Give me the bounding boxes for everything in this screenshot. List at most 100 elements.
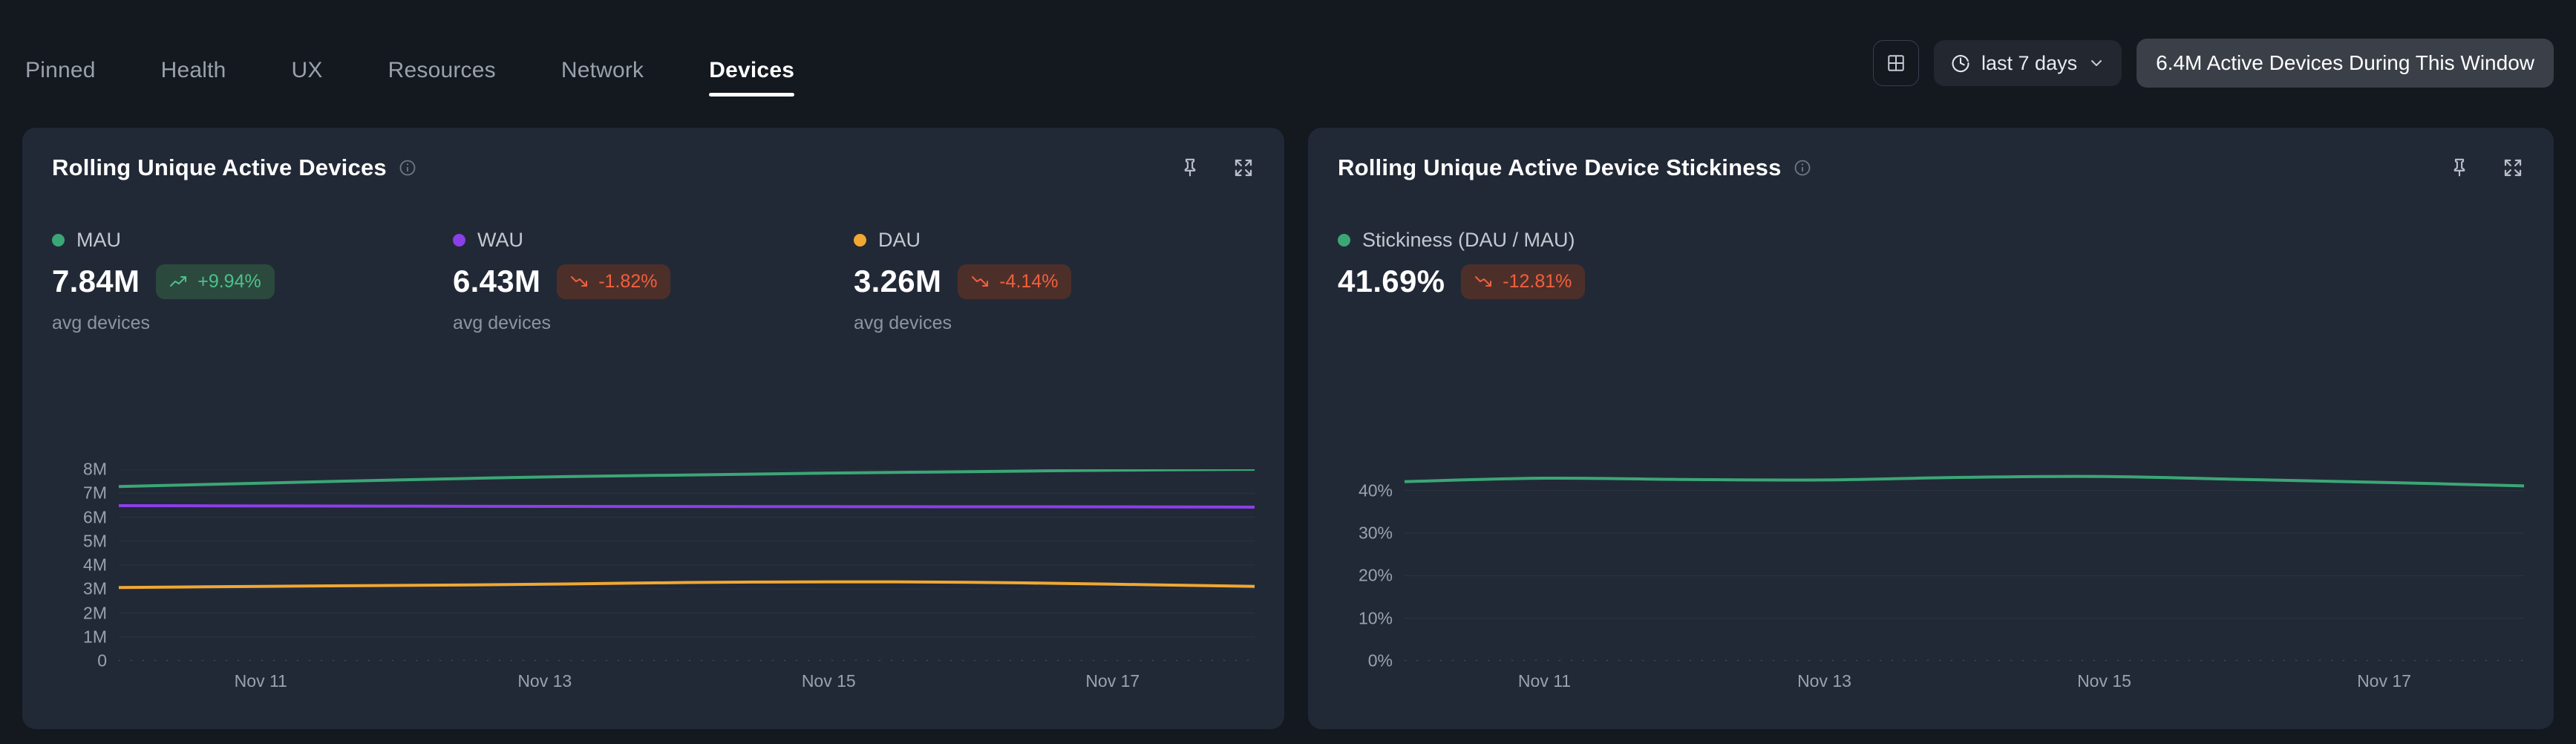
line-chart-svg: [1405, 469, 2524, 661]
metric-value: 41.69%: [1338, 264, 1445, 299]
metric-label: MAU: [52, 229, 453, 252]
trend-down-icon: [570, 274, 589, 289]
y-tick-label: 4M: [83, 555, 107, 575]
top-bar: Pinned Health UX Resources Network Devic…: [0, 0, 2576, 128]
metric-row: MAU 7.84M +9.94% avg devices: [52, 229, 1255, 334]
series-line: [119, 582, 1255, 588]
series-line: [1405, 477, 2524, 486]
series-color-dot: [854, 234, 866, 247]
series-line: [119, 506, 1255, 507]
metric-label: DAU: [854, 229, 1255, 252]
metric-value: 3.26M: [854, 264, 941, 299]
metric-value-row: 7.84M +9.94%: [52, 264, 453, 299]
metric-delta-badge: +9.94%: [156, 264, 275, 299]
metric-delta: +9.94%: [197, 271, 261, 293]
metric-name: Stickiness (DAU / MAU): [1362, 229, 1575, 252]
card-actions: [2448, 157, 2524, 179]
metric-value-row: 41.69% -12.81%: [1338, 264, 1585, 299]
y-tick-label: 20%: [1359, 566, 1393, 586]
y-tick-label: 6M: [83, 507, 107, 527]
toolbar: last 7 days 6.4M Active Devices During T…: [1873, 39, 2554, 88]
x-tick-label: Nov 17: [1085, 671, 1140, 691]
tab-label: UX: [292, 58, 323, 82]
y-tick-label: 2M: [83, 603, 107, 623]
trend-down-icon: [1474, 274, 1494, 289]
metric-value: 6.43M: [453, 264, 540, 299]
x-tick-label: Nov 17: [2357, 671, 2411, 691]
x-tick-label: Nov 15: [802, 671, 856, 691]
tab-label: Network: [561, 58, 644, 82]
metric-value-row: 6.43M -1.82%: [453, 264, 854, 299]
expand-icon[interactable]: [1232, 157, 1255, 179]
tab-health[interactable]: Health: [161, 58, 226, 104]
tab-bar: Pinned Health UX Resources Network Devic…: [0, 0, 794, 104]
card-rolling-unique-active-device-stickiness: Rolling Unique Active Device Stickiness: [1308, 128, 2554, 729]
tab-ux[interactable]: UX: [292, 58, 323, 104]
card-header: Rolling Unique Active Device Stickiness: [1338, 154, 2524, 181]
metric-delta-badge: -12.81%: [1461, 264, 1585, 299]
y-tick-label: 3M: [83, 579, 107, 599]
x-tick-label: Nov 11: [1518, 671, 1571, 691]
metric-stickiness: Stickiness (DAU / MAU) 41.69% -12.81%: [1338, 229, 1585, 299]
series-color-dot: [453, 234, 465, 247]
metric-dau: DAU 3.26M -4.14% avg devices: [854, 229, 1255, 334]
metric-wau: WAU 6.43M -1.82% avg devices: [453, 229, 854, 334]
metric-sublabel: avg devices: [854, 313, 1255, 334]
metric-value-row: 3.26M -4.14%: [854, 264, 1255, 299]
tab-label: Health: [161, 58, 226, 82]
tab-label: Devices: [709, 58, 794, 82]
card-title-wrap: Rolling Unique Active Device Stickiness: [1338, 154, 1811, 181]
clock-icon: [1950, 53, 1971, 74]
time-range-label: last 7 days: [1981, 52, 2077, 75]
y-tick-label: 10%: [1359, 608, 1393, 628]
chevron-down-icon: [2088, 54, 2105, 72]
tab-network[interactable]: Network: [561, 58, 644, 104]
card-title: Rolling Unique Active Devices: [52, 154, 387, 181]
active-window-label: 6.4M Active Devices During This Window: [2156, 51, 2534, 75]
tab-resources[interactable]: Resources: [388, 58, 496, 104]
info-icon[interactable]: [1794, 159, 1811, 177]
trend-down-icon: [971, 274, 990, 289]
tab-pinned[interactable]: Pinned: [25, 58, 96, 104]
active-window-badge: 6.4M Active Devices During This Window: [2137, 39, 2554, 88]
grid-icon: [1886, 53, 1906, 73]
expand-icon[interactable]: [2502, 157, 2524, 179]
card-rolling-unique-active-devices: Rolling Unique Active Devices: [22, 128, 1284, 729]
x-tick-label: Nov 13: [517, 671, 572, 691]
y-axis: 40%30%20%10%0%: [1338, 469, 1393, 661]
metric-mau: MAU 7.84M +9.94% avg devices: [52, 229, 453, 334]
metric-row: Stickiness (DAU / MAU) 41.69% -12.81%: [1338, 229, 2524, 299]
metric-delta: -1.82%: [598, 271, 657, 293]
metric-name: DAU: [878, 229, 921, 252]
x-axis: Nov 11Nov 13Nov 15Nov 17: [119, 671, 1255, 701]
y-tick-label: 7M: [83, 483, 107, 503]
y-tick-label: 5M: [83, 531, 107, 551]
series-line: [119, 469, 1255, 486]
y-tick-label: 30%: [1359, 523, 1393, 544]
dashboard-page: Pinned Health UX Resources Network Devic…: [0, 0, 2576, 744]
y-tick-label: 0: [97, 651, 107, 671]
time-range-selector[interactable]: last 7 days: [1934, 40, 2122, 86]
pin-icon[interactable]: [1179, 157, 1201, 179]
plot-area: [119, 469, 1255, 661]
metric-delta-badge: -4.14%: [958, 264, 1071, 299]
metric-name: WAU: [477, 229, 523, 252]
x-axis: Nov 11 Nov 13 Nov 15 Nov 17: [1405, 671, 2524, 701]
tab-devices[interactable]: Devices: [709, 58, 794, 104]
y-tick-label: 0%: [1368, 651, 1393, 671]
metric-label: Stickiness (DAU / MAU): [1338, 229, 1585, 252]
pin-icon[interactable]: [2448, 157, 2471, 179]
layout-grid-button[interactable]: [1873, 40, 1919, 86]
card-title-wrap: Rolling Unique Active Devices: [52, 154, 416, 181]
chart-active-devices[interactable]: 8M7M6M5M4M3M2M1M0 Nov 11Nov 13Nov 15Nov …: [52, 469, 1255, 714]
info-icon[interactable]: [399, 159, 416, 177]
metric-delta: -12.81%: [1503, 271, 1572, 293]
x-tick-label: Nov 15: [2077, 671, 2131, 691]
y-tick-label: 1M: [83, 627, 107, 647]
card-actions: [1179, 157, 1255, 179]
chart-stickiness[interactable]: 40%30%20%10%0% Nov 11Nov 13Nov 15Nov 17: [1338, 469, 2524, 714]
line-chart-svg: [119, 469, 1255, 661]
metric-value: 7.84M: [52, 264, 140, 299]
card-header: Rolling Unique Active Devices: [52, 154, 1255, 181]
x-tick-label: Nov 13: [1797, 671, 1851, 691]
